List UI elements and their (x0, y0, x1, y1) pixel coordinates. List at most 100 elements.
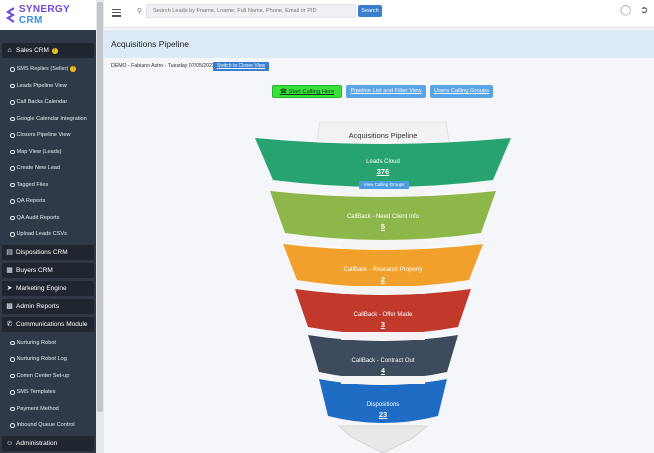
circle-icon (10, 100, 15, 105)
sidebar-item-label: Call Backs Calendar (16, 99, 68, 106)
funnel-title: Acquisitions Pipeline (348, 131, 418, 140)
sidebar-section-label: Marketing Engine (16, 284, 67, 292)
sidebar-section-administration[interactable]: ☺ Administration (2, 435, 94, 451)
sidebar-section-label: Communications Module (16, 320, 88, 328)
funnel-stage[interactable]: Dispositions 23 (248, 402, 518, 419)
sales-item[interactable]: Leads Pipeline View (0, 78, 96, 95)
funnel-stage-label: CallBack - Offer Made (353, 312, 413, 318)
circle-icon (10, 232, 15, 237)
comm-item[interactable]: Comm Center Set-up (0, 368, 96, 385)
funnel-stage-count[interactable]: 2 (248, 275, 518, 284)
funnel-stage-count[interactable]: 23 (248, 410, 518, 419)
comm-item[interactable]: Payment Method (0, 401, 96, 418)
logo[interactable]: SYNERGY CRM (0, 0, 96, 30)
circle-icon (10, 373, 15, 378)
sidebar-section-buyers-crm[interactable]: ▦ Buyers CRM (2, 262, 94, 278)
funnel-stage-count[interactable]: 5 (248, 222, 518, 231)
sales-item[interactable]: Map View (Leads) (0, 144, 96, 161)
funnel-stage-label: Leads Cloud (366, 159, 400, 165)
funnel-stage[interactable]: CallBack - Contract Out 4 (248, 358, 518, 375)
funnel-stage-label: CallBack - Research Property (343, 267, 423, 273)
sidebar-item-label: Closers Pipeline View (16, 132, 71, 139)
sales-item[interactable]: Create New Lead (0, 160, 96, 177)
circle-icon (10, 215, 15, 220)
funnel-stage[interactable]: CallBack - Need Client Info 5 (248, 214, 518, 231)
circle-icon (10, 423, 15, 428)
search-input[interactable] (146, 4, 356, 18)
circle-icon (10, 116, 15, 121)
sidebar-item-label: Create New Lead (16, 165, 61, 172)
sidebar-item-label: Google Calendar Integration (16, 115, 87, 122)
scrollbar-thumb[interactable] (97, 2, 103, 412)
sidebar-section-label: Admin Reports (16, 302, 59, 310)
funnel-stage-label: Dispositions (366, 402, 400, 408)
funnel-stage-count[interactable]: 376 (248, 167, 518, 176)
sales-item[interactable]: Upload Leads CSVs (0, 226, 96, 243)
sidebar-section-label: Dispositions CRM (16, 248, 68, 256)
notification-badge-icon: ! (70, 66, 77, 73)
start-calling-button[interactable]: ☎ Start Calling Here (272, 85, 342, 98)
circle-icon (10, 149, 15, 154)
sales-item[interactable]: Call Backs Calendar (0, 94, 96, 111)
sales-item[interactable]: QA Reports (0, 193, 96, 210)
circle-icon (10, 406, 15, 411)
circle-icon (10, 357, 15, 362)
sidebar-section-communications-module[interactable]: ✆ Communications Module (2, 316, 94, 332)
funnel-stage-label: CallBack - Contract Out (351, 358, 415, 364)
communications-menu: Nurturing Robot Nurturing Robot Log Comm C… (0, 335, 96, 434)
users-calling-groups-button[interactable]: Users Calling Groups (430, 85, 493, 98)
sales-item[interactable]: Closers Pipeline View (0, 127, 96, 144)
sidebar-item-label: Nurturing Robot Log (16, 356, 67, 363)
comm-item[interactable]: Nurturing Robot Log (0, 351, 96, 368)
funnel-connector (341, 241, 425, 249)
circle-icon (10, 67, 15, 72)
comm-item[interactable]: Nurturing Robot (0, 335, 96, 352)
sales-item[interactable]: SMS Replies (Seller)! (0, 61, 96, 78)
search-icon: ⚲ (137, 8, 143, 15)
sidebar-section-marketing-engine[interactable]: ➤ Marketing Engine (2, 280, 94, 296)
sidebar-section-label: Buyers CRM (16, 266, 53, 274)
search-button[interactable]: Search (358, 5, 382, 17)
funnel-stage-count[interactable]: 4 (248, 366, 518, 375)
sales-item[interactable]: Google Calendar Integration (0, 111, 96, 128)
sidebar-section-admin-reports[interactable]: ▩ Admin Reports (2, 298, 94, 314)
funnel-connector (341, 332, 425, 340)
funnel-stage[interactable]: CallBack - Research Property 2 (248, 267, 518, 284)
funnel-bottom-arrow (337, 425, 429, 453)
switch-to-closer-view-button[interactable]: Switch to Closer View (213, 62, 269, 71)
sidebar-item-label: Nurturing Robot (16, 339, 57, 346)
sidebar-section-sales-crm[interactable]: ⌂ Sales CRM ! (2, 43, 94, 58)
sidebar-item-label: Comm Center Set-up (16, 372, 70, 379)
sidebar-item-label: Leads Pipeline View (16, 82, 67, 89)
menu-toggle-icon[interactable] (112, 9, 121, 17)
circle-icon (10, 199, 15, 204)
circle-icon (10, 390, 15, 395)
sales-crm-menu: SMS Replies (Seller)! Leads Pipeline View… (0, 61, 96, 243)
sidebar-item-label: Tagged Files (16, 181, 49, 188)
sidebar-section-dispositions-crm[interactable]: ▤ Dispositions CRM (2, 244, 94, 260)
funnel-stage-count[interactable]: 3 (248, 320, 518, 329)
home-icon: ⌂ (7, 47, 12, 54)
sidebar: SYNERGY CRM ⌂ Sales CRM ! SMS Replies (S… (0, 0, 96, 453)
calendar-icon: ▦ (6, 267, 13, 274)
tag-icon[interactable]: ◯ (620, 5, 631, 16)
phone-square-icon: ✆ (6, 321, 13, 328)
view-calling-groups-button[interactable]: View Calling Groups (359, 181, 409, 189)
sidebar-section-label: Sales CRM (16, 47, 49, 54)
comm-item[interactable]: SMS Templates (0, 384, 96, 401)
funnel-stage[interactable]: CallBack - Offer Made 3 (248, 312, 518, 329)
sidebar-scrollbar[interactable] (96, 0, 104, 453)
circle-icon (10, 166, 15, 171)
circle-icon (10, 133, 15, 138)
funnel-stage[interactable]: Leads Cloud 376 (248, 159, 518, 176)
pipeline-list-button[interactable]: Pipeline List and Filter View (346, 85, 426, 98)
sidebar-item-label: SMS Replies (Seller) (16, 66, 69, 73)
sidebar-item-label: Map View (Leads) (16, 148, 62, 155)
funnel-connector (341, 286, 425, 294)
sales-item[interactable]: QA Audit Reports (0, 210, 96, 227)
comm-item[interactable]: Inbound Queue Control (0, 417, 96, 434)
logout-icon[interactable]: ➲ (640, 5, 648, 16)
top-bar: ⚲ Search ◯ ➲ (104, 0, 654, 28)
sidebar-item-label: Inbound Queue Control (16, 422, 75, 429)
sales-item[interactable]: Tagged Files (0, 177, 96, 194)
